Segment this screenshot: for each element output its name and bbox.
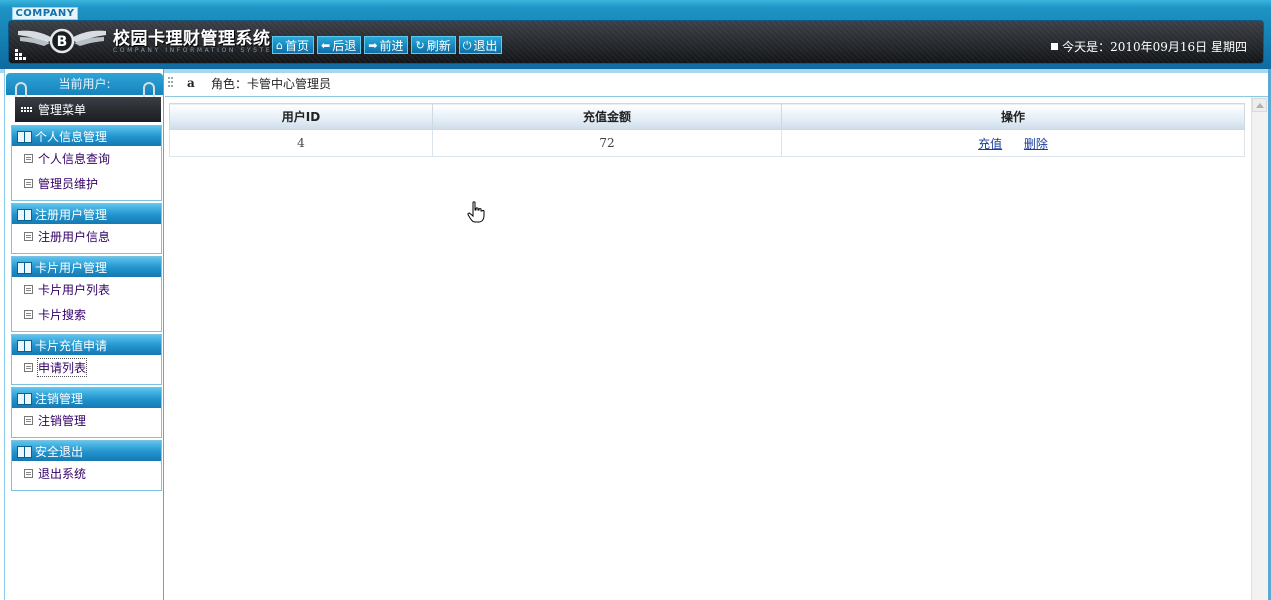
menu-group-recharge-requests: 卡片充值申请 申请列表 [11, 334, 162, 385]
home-label: 首页 [284, 38, 309, 53]
delete-link[interactable]: 删除 [1024, 137, 1048, 151]
table-row: 4 72 充值 删除 [169, 129, 1245, 157]
book-icon [17, 340, 32, 352]
menu-item-label: 卡片用户列表 [38, 283, 111, 297]
breadcrumb-role: 角色：卡管中心管理员 [211, 77, 332, 91]
main-content [165, 97, 1251, 600]
menu-item-label: 注册用户信息 [38, 230, 111, 244]
recharge-link[interactable]: 充值 [978, 137, 1002, 151]
current-user-label: 当前用户: [6, 73, 163, 95]
scroll-up-button[interactable] [1252, 98, 1267, 112]
cell-actions: 充值 删除 [781, 129, 1245, 157]
cell-user-id: 4 [169, 129, 433, 157]
grid-menu-icon [21, 107, 35, 112]
grip-icon [168, 77, 173, 87]
book-icon [17, 131, 32, 143]
logo-dots-icon [15, 49, 26, 60]
arrow-up-icon [1255, 102, 1264, 108]
menu-item-label: 申请列表 [36, 358, 88, 377]
page-icon [24, 416, 33, 425]
menu-group-header[interactable]: 卡片用户管理 [12, 257, 161, 277]
menu-group-header[interactable]: 注销管理 [12, 388, 161, 408]
page-icon [24, 179, 33, 188]
date-text: 今天是：2010年09月16日 星期四 [1062, 40, 1247, 54]
top-nav-bar: ⌂ 首页 ⬅ 后退 ➡ 前进 ↻ 刷新 ⏻ 退出 [272, 36, 503, 54]
arrow-right-icon: ➡ [368, 38, 378, 52]
menu-item-label: 管理员维护 [38, 177, 99, 191]
menu-item-card-user-list[interactable]: 卡片用户列表 [12, 277, 161, 302]
logout-button[interactable]: ⏻ 退出 [458, 36, 503, 54]
forward-button[interactable]: ➡ 前进 [364, 36, 409, 54]
menu-group-title: 卡片用户管理 [35, 260, 108, 275]
menu-item-label: 注销管理 [38, 414, 87, 428]
home-button[interactable]: ⌂ 首页 [272, 36, 314, 54]
recharge-table: 用户ID 充值金额 操作 4 72 充值 删除 [169, 103, 1245, 157]
menu-title: 管理菜单 [15, 97, 161, 122]
logout-label: 退出 [473, 38, 498, 53]
menu-group-header[interactable]: 安全退出 [12, 441, 161, 461]
menu-item-label: 退出系统 [38, 467, 87, 481]
menu-item-registered-user-info[interactable]: 注册用户信息 [12, 224, 161, 249]
book-icon [17, 209, 32, 221]
menu-item-request-list[interactable]: 申请列表 [12, 355, 161, 380]
column-header-amount: 充值金额 [432, 103, 782, 130]
menu-group-cancellation: 注销管理 注销管理 [11, 387, 162, 438]
menu-item-label: 卡片搜索 [38, 308, 87, 322]
winged-logo-icon: B [18, 28, 106, 54]
back-label: 后退 [332, 38, 357, 53]
menu-group-title: 安全退出 [35, 444, 84, 459]
back-button[interactable]: ⬅ 后退 [317, 36, 362, 54]
menu-group-personal-info: 个人信息管理 个人信息查询 管理员维护 [11, 125, 162, 201]
page-icon [24, 285, 33, 294]
company-tag: COMPANY [12, 7, 78, 20]
menu-group-card-users: 卡片用户管理 卡片用户列表 卡片搜索 [11, 256, 162, 332]
book-icon [17, 393, 32, 405]
menu-group-title: 注册用户管理 [35, 207, 108, 222]
menu-item-card-search[interactable]: 卡片搜索 [12, 302, 161, 327]
book-icon [17, 262, 32, 274]
arrow-left-icon: ⬅ [321, 38, 331, 52]
refresh-icon: ↻ [415, 38, 425, 52]
column-header-actions: 操作 [781, 103, 1245, 130]
menu-item-admin-maintenance[interactable]: 管理员维护 [12, 171, 161, 196]
page-icon [24, 154, 33, 163]
menu-group-registered-users: 注册用户管理 注册用户信息 [11, 203, 162, 254]
power-icon: ⏻ [462, 38, 472, 52]
home-icon: ⌂ [276, 38, 283, 52]
page-icon [24, 232, 33, 241]
app-title: 校园卡理财管理系统 [113, 29, 271, 49]
page-icon [24, 310, 33, 319]
menu-item-personal-info-query[interactable]: 个人信息查询 [12, 146, 161, 171]
menu-item-label: 个人信息查询 [38, 152, 111, 166]
menu-group-header[interactable]: 个人信息管理 [12, 126, 161, 146]
svg-text:B: B [57, 34, 68, 50]
app-subtitle: COMPANY INFORMATION SYSTEM [113, 47, 280, 54]
forward-label: 前进 [379, 38, 404, 53]
refresh-button[interactable]: ↻ 刷新 [411, 36, 456, 54]
square-bullet-icon [1051, 43, 1059, 50]
hand-cursor-icon [467, 201, 485, 223]
page-icon [24, 363, 33, 372]
column-header-user-id: 用户ID [169, 103, 433, 130]
menu-item-cancellation-management[interactable]: 注销管理 [12, 408, 161, 433]
date-display: 今天是：2010年09月16日 星期四 [1051, 38, 1247, 55]
menu-title-label: 管理菜单 [38, 103, 87, 117]
menu-group-title: 注销管理 [35, 391, 84, 406]
cell-amount: 72 [432, 129, 782, 157]
menu-group-title: 卡片充值申请 [35, 338, 108, 353]
book-icon [17, 446, 32, 458]
menu-group-header[interactable]: 注册用户管理 [12, 204, 161, 224]
vertical-scrollbar[interactable] [1251, 97, 1268, 600]
menu-group-title: 个人信息管理 [35, 129, 108, 144]
refresh-label: 刷新 [426, 38, 451, 53]
menu-item-exit-system[interactable]: 退出系统 [12, 461, 161, 486]
menu-group-header[interactable]: 卡片充值申请 [12, 335, 161, 355]
table-header-row: 用户ID 充值金额 操作 [169, 103, 1245, 130]
menu-group-safe-exit: 安全退出 退出系统 [11, 440, 162, 491]
breadcrumb-username: a [187, 76, 195, 90]
page-icon [24, 469, 33, 478]
